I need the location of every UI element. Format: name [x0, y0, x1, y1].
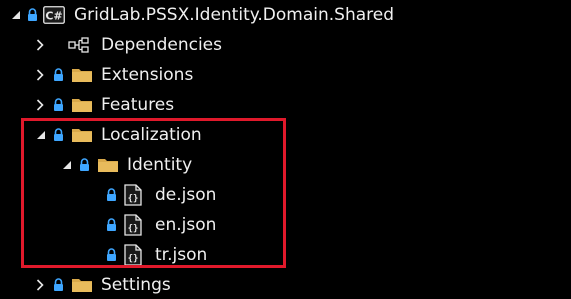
localization-label: Localization [101, 125, 202, 145]
lock-icon [53, 90, 64, 120]
features-label: Features [101, 95, 175, 115]
json-file-icon: {} [124, 180, 142, 210]
tree-row-dependencies[interactable]: Dependencies [0, 30, 571, 60]
dependencies-label: Dependencies [101, 35, 222, 55]
solution-explorer-tree: C# GridLab.PSSX.Identity.Domain.Shared D… [0, 0, 571, 299]
tree-row-localization[interactable]: Localization [0, 120, 571, 150]
expanded-arrow-icon[interactable] [11, 0, 21, 30]
tree-row-file[interactable]: {} de.json [0, 180, 571, 210]
folder-icon [71, 60, 93, 90]
lock-icon [106, 240, 117, 270]
lock-icon [106, 180, 117, 210]
json-file-icon: {} [124, 240, 142, 270]
project-label: GridLab.PSSX.Identity.Domain.Shared [74, 5, 394, 25]
lock-icon [27, 0, 38, 30]
file-label: en.json [155, 215, 217, 235]
folder-icon [71, 120, 93, 150]
tree-row-identity[interactable]: Identity [0, 150, 571, 180]
dependencies-icon [68, 30, 90, 60]
settings-label: Settings [101, 275, 171, 295]
json-glyph: {} [128, 254, 139, 264]
lock-icon [53, 120, 64, 150]
file-label: de.json [155, 185, 217, 205]
file-label: tr.json [155, 245, 208, 265]
json-glyph: {} [128, 194, 139, 204]
json-glyph: {} [128, 224, 139, 234]
lock-icon [53, 270, 64, 299]
collapsed-arrow-icon[interactable] [36, 270, 44, 299]
identity-label: Identity [127, 155, 193, 175]
lock-icon [53, 60, 64, 90]
extensions-label: Extensions [101, 65, 194, 85]
tree-row-file[interactable]: {} en.json [0, 210, 571, 240]
tree-row-features[interactable]: Features [0, 90, 571, 120]
tree-row-project[interactable]: C# GridLab.PSSX.Identity.Domain.Shared [0, 0, 571, 30]
csharp-project-icon: C# [43, 0, 65, 30]
expanded-arrow-icon[interactable] [36, 120, 46, 150]
tree-row-settings[interactable]: Settings [0, 270, 571, 299]
folder-icon [71, 90, 93, 120]
expanded-arrow-icon[interactable] [62, 150, 72, 180]
project-badge-text: C# [45, 10, 62, 23]
lock-icon [79, 150, 90, 180]
folder-icon [97, 150, 119, 180]
collapsed-arrow-icon[interactable] [36, 90, 44, 120]
json-file-icon: {} [124, 210, 142, 240]
collapsed-arrow-icon[interactable] [36, 60, 44, 90]
folder-icon [71, 270, 93, 299]
lock-icon [106, 210, 117, 240]
tree-row-file[interactable]: {} tr.json [0, 240, 571, 270]
tree-row-extensions[interactable]: Extensions [0, 60, 571, 90]
collapsed-arrow-icon[interactable] [36, 30, 44, 60]
